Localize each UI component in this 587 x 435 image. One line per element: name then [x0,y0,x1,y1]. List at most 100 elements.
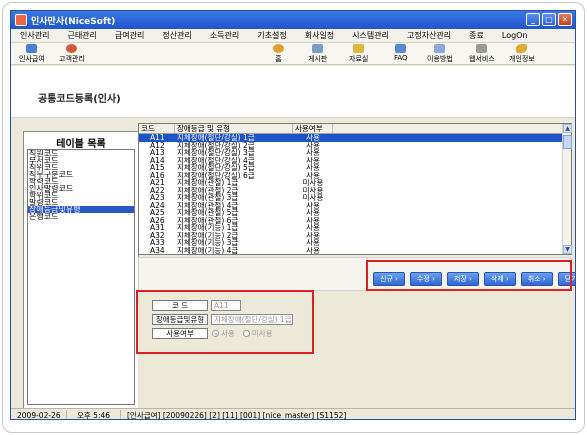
toolbar-payroll-button[interactable]: 인사급여 [19,44,45,64]
cell-use: 사용 [306,149,320,157]
cell-name: 지체장애(절단/강실) 3급 [177,149,255,157]
menu-basic-settings[interactable]: 기초설정 [248,30,295,41]
minimize-button[interactable]: _ [526,13,540,26]
toolbar-personal-info-button[interactable]: 개인정보 [509,44,535,64]
personal-info-icon [516,44,528,53]
list-item[interactable]: 직위코드 [28,164,134,171]
cell-name: 지체장애(관절) 1급 [177,179,239,187]
board-icon [312,44,324,53]
list-item[interactable]: 부서코드 [28,157,134,164]
cell-name: 지체장애(관절) 3급 [177,194,239,202]
cell-name: 지체장애(기능) 1급 [177,224,239,232]
cell-name: 지체장애(관절) 2급 [177,186,239,194]
table-row[interactable]: A26 지체장애(관절) 6급 사용 [139,217,563,225]
status-bar: 2009-02-26 오후 5:46 [인사급여] [20090226] [2]… [11,408,575,419]
cell-name: 지체장애(절단/강실) 1급 [177,134,255,142]
app-icon [15,14,27,26]
list-item[interactable]: 직무구분코드 [28,171,134,178]
toolbar-help-button[interactable]: 이용방법 [427,44,453,64]
list-item-selected[interactable]: 장애등급및유형 [28,206,134,213]
cell-use: 사용 [306,164,320,172]
table-row[interactable]: A31 지체장애(기능) 1급 사용 [139,224,563,232]
table-row[interactable]: A16 지체장애(절단/강실) 6급 사용 [139,172,563,180]
close-button[interactable]: ✕ [558,13,572,26]
table-row[interactable]: A12 지체장애(절단/강실) 2급 사용 [139,142,563,150]
table-row[interactable]: A13 지체장애(절단/강실) 3급 사용 [139,149,563,157]
menu-income[interactable]: 소득관리 [201,30,248,41]
table-row[interactable]: A33 지체장애(기능) 3급 사용 [139,239,563,247]
scroll-up-icon[interactable]: ▲ [563,124,572,133]
cell-name: 지체장애(기능) 2급 [177,231,239,239]
cell-use: 사용 [306,141,320,149]
cell-use: 사용 [306,224,320,232]
toolbar-faq-button[interactable]: FAQ [394,44,408,62]
cell-name: 지체장애(관절) 5급 [177,209,239,217]
list-item[interactable]: 직원코드 [28,150,134,157]
cell-use: 사용 [306,171,320,179]
content-area: 테이블 목록 직원코드 부서코드 직위코드 직무구분코드 학력코드 인사발령코드… [11,119,575,409]
table-list[interactable]: 직원코드 부서코드 직위코드 직무구분코드 학력코드 인사발령코드 학위코드 발… [27,149,135,405]
menu-bar: 인사관리 근태관리 급여관리 정산관리 소득관리 기초설정 회사일정 시스템관리… [11,29,575,43]
toolbar-home-button[interactable]: 홈 [273,44,284,64]
table-list-title: 테이블 목록 [56,139,106,150]
grid-scrollbar[interactable]: ▲ ▼ [562,124,572,254]
toolbar-label: 자료실 [349,55,369,63]
list-item[interactable]: 발령코드 [28,199,134,206]
person-payroll-icon [26,44,38,53]
table-row[interactable]: A23 지체장애(관절) 3급 미사용 [139,194,563,202]
table-row[interactable]: A15 지체장애(절단/강실) 5급 사용 [139,164,563,172]
cell-code: A13 [150,149,165,157]
menu-exit[interactable]: 종료 [460,30,493,41]
table-row[interactable]: A25 지체장애(관절) 5급 사용 [139,209,563,217]
cell-code: A14 [150,156,165,164]
menu-system[interactable]: 시스템관리 [343,30,398,41]
list-item[interactable]: 인사발령코드 [28,185,134,192]
cell-code: A12 [150,141,165,149]
title-bar: 인사만사(NiceSoft) _ □ ✕ [11,11,575,29]
cell-name: 지체장애(절단/강실) 2급 [177,141,255,149]
cell-name: 지체장애(절단/강실) 6급 [177,171,255,179]
maximize-button[interactable]: □ [542,13,556,26]
table-row[interactable]: A34 지체장애(기능) 4급 사용 [139,247,563,255]
column-header-code[interactable]: 코드 [139,124,175,133]
window-controls: _ □ ✕ [526,13,572,26]
cell-code: A25 [150,209,165,217]
scroll-thumb[interactable] [563,135,572,149]
table-row[interactable]: A24 지체장애(관절) 4급 사용 [139,202,563,210]
cell-code: A31 [150,224,165,232]
toolbar: 인사급여 고객관리 홈 게시판 자료실 FAQ 이용방법 웹서비스 개인정보 [11,43,575,65]
menu-fixed-assets[interactable]: 고정자산관리 [398,30,460,41]
column-header-use[interactable]: 사용여부 [293,124,333,133]
table-row[interactable]: A22 지체장애(관절) 2급 미사용 [139,187,563,195]
column-header-name[interactable]: 장애등급 및 유형 [175,124,293,133]
home-icon [273,44,284,53]
toolbar-archive-button[interactable]: 자료실 [349,44,368,64]
toolbar-customer-button[interactable]: 고객관리 [59,44,85,64]
list-item[interactable]: 은행코드 [28,213,134,220]
table-row[interactable]: A32 지체장애(기능) 2급 사용 [139,232,563,240]
customer-icon [66,44,78,53]
toolbar-label: 홈 [275,55,282,63]
menu-attendance[interactable]: 근태관리 [58,30,105,41]
menu-company-schedule[interactable]: 회사일정 [296,30,343,41]
faq-icon [395,44,407,53]
table-row-selected[interactable]: A11 지체장애(절단/강실) 1급 사용 [139,134,563,142]
scroll-down-icon[interactable]: ▼ [563,245,572,254]
cell-code: A23 [150,194,165,202]
menu-settlement[interactable]: 정산관리 [153,30,200,41]
cell-use: 사용 [306,216,320,224]
table-row[interactable]: A14 지체장애(절단/강실) 4급 사용 [139,157,563,165]
menu-hr[interactable]: 인사관리 [11,30,58,41]
list-item[interactable]: 학력코드 [28,178,134,185]
cell-use: 사용 [306,201,320,209]
cell-code: A16 [150,171,165,179]
cell-name: 지체장애(절단/강실) 5급 [177,164,255,172]
menu-payroll[interactable]: 급여관리 [106,30,153,41]
cell-use: 미사용 [302,186,324,194]
app-window: 인사만사(NiceSoft) _ □ ✕ 인사관리 근태관리 급여관리 정산관리… [10,10,576,420]
list-item[interactable]: 학위코드 [28,192,134,199]
toolbar-web-service-button[interactable]: 웹서비스 [469,44,495,64]
menu-logon[interactable]: LogOn [493,31,537,40]
toolbar-board-button[interactable]: 게시판 [308,44,327,64]
table-row[interactable]: A21 지체장애(관절) 1급 미사용 [139,179,563,187]
